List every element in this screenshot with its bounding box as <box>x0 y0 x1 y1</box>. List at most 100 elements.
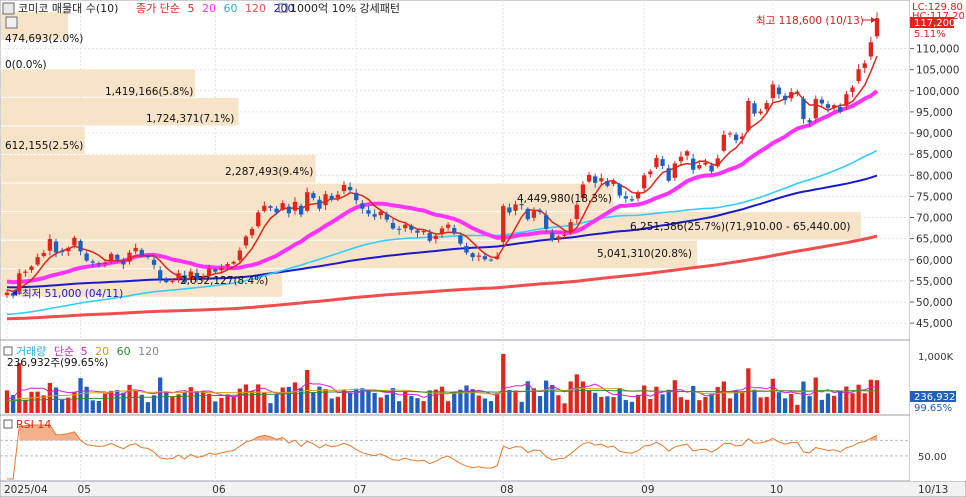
volume-bar <box>133 390 138 413</box>
volume-bar <box>427 390 432 413</box>
volume-bar <box>868 379 874 413</box>
volume-bar <box>617 387 622 413</box>
candle-body <box>868 42 874 57</box>
candle-body <box>807 120 812 123</box>
price-tick-label: 100,000 <box>916 86 959 98</box>
volume-bar <box>164 392 169 413</box>
candle-body <box>390 222 396 229</box>
volume-bar <box>494 393 500 413</box>
vp-label-1: 0(0.0%) <box>5 59 47 71</box>
volume-bar <box>807 396 812 413</box>
volume-bar <box>115 390 120 413</box>
volume-bar <box>525 381 530 413</box>
candle-body <box>115 254 120 260</box>
candle-body <box>635 192 641 199</box>
volume-bar <box>41 395 46 413</box>
high-label: 최고 118,600 (10/13) <box>756 15 864 27</box>
candle-body <box>599 178 604 182</box>
candle-body <box>347 186 353 191</box>
candle-body <box>488 259 494 261</box>
price-tick-label: 80,000 <box>916 170 953 182</box>
volume-bar <box>684 399 690 413</box>
volume-bar <box>17 363 22 413</box>
candle-body <box>90 261 95 263</box>
rsi-title: RSI 14 <box>16 418 51 431</box>
candle-body <box>323 194 328 206</box>
candle-body <box>537 210 543 213</box>
candle-body <box>243 236 249 246</box>
candle-body <box>378 211 383 216</box>
ma-label: 종가 단순 <box>136 2 180 15</box>
volume-bar <box>396 401 402 413</box>
candle-body <box>501 206 506 243</box>
candle-body <box>158 270 163 280</box>
volume-bar <box>476 395 481 413</box>
candle-body <box>139 249 144 256</box>
volume-bar <box>90 400 95 413</box>
volume-bar <box>347 392 353 413</box>
volume-bar <box>697 400 702 413</box>
volume-bar <box>568 381 573 413</box>
candle-body <box>586 174 592 182</box>
candle-body <box>666 168 671 181</box>
date-tick-label: 09 <box>641 484 654 496</box>
current-volume: 236,932 <box>914 392 955 403</box>
candle-body <box>727 133 733 135</box>
candle-body <box>4 292 10 296</box>
volume-bar <box>243 384 249 413</box>
candle-body <box>121 261 126 265</box>
indicator-title: 코미코 매물대 수(10) <box>18 2 118 15</box>
candle-body <box>844 94 849 106</box>
candle-body <box>433 235 439 240</box>
candle-body <box>23 271 28 273</box>
candle-body <box>715 158 720 167</box>
volume-bar <box>213 401 218 413</box>
volume-bar <box>464 385 469 413</box>
low-annotation: 최저 51,000 (04/11) <box>12 288 123 300</box>
volume-bar <box>305 370 310 413</box>
volume-bar <box>102 393 108 413</box>
volume-bar <box>378 397 383 413</box>
date-tick-label: 2025/04 <box>4 484 48 496</box>
volume-bar <box>672 380 677 413</box>
candle-body <box>298 205 304 215</box>
ma-period-5: 5 <box>187 2 194 15</box>
rsi-axis-label: 50.00 <box>918 452 947 463</box>
candle-body <box>268 206 273 208</box>
candle-body <box>562 234 567 236</box>
volume-bar <box>642 385 647 413</box>
volume-bar <box>292 382 298 413</box>
indicator-toggle-icon[interactable] <box>2 2 15 15</box>
candle-body <box>133 247 138 252</box>
candle-body <box>831 105 837 108</box>
candle-body <box>360 203 365 209</box>
volume-bar <box>801 381 806 413</box>
price-tick-label: 90,000 <box>916 128 953 140</box>
volume-bar <box>225 394 230 413</box>
candle-body <box>550 232 555 240</box>
candle-body <box>507 207 512 213</box>
volume-bar <box>207 393 212 413</box>
volume-bar <box>188 387 193 413</box>
candle-body <box>733 134 739 141</box>
vp-label-9: 2,032,127(8.4%) <box>180 275 268 287</box>
volume-bar <box>611 397 616 413</box>
volume-bar <box>574 374 579 413</box>
volume-bar <box>635 394 641 413</box>
volume-bar <box>580 381 586 413</box>
price-tick-label: 95,000 <box>916 107 953 119</box>
price-tick-label: 85,000 <box>916 149 953 161</box>
date-tick-label: 10 <box>770 484 783 496</box>
candle-body <box>605 181 610 186</box>
price-tick-label: 55,000 <box>916 276 953 288</box>
volume-bar <box>66 397 71 413</box>
candle-body <box>452 228 457 234</box>
candle-body <box>262 205 267 211</box>
volume-ma-60: 60 <box>117 345 131 358</box>
volume-bar <box>145 402 151 413</box>
settings-toggle-icon[interactable] <box>5 16 18 29</box>
volume-bar <box>531 388 537 413</box>
candle-body <box>838 106 843 112</box>
price-tick-label: 50,000 <box>916 297 953 309</box>
volume-bar <box>721 381 726 413</box>
